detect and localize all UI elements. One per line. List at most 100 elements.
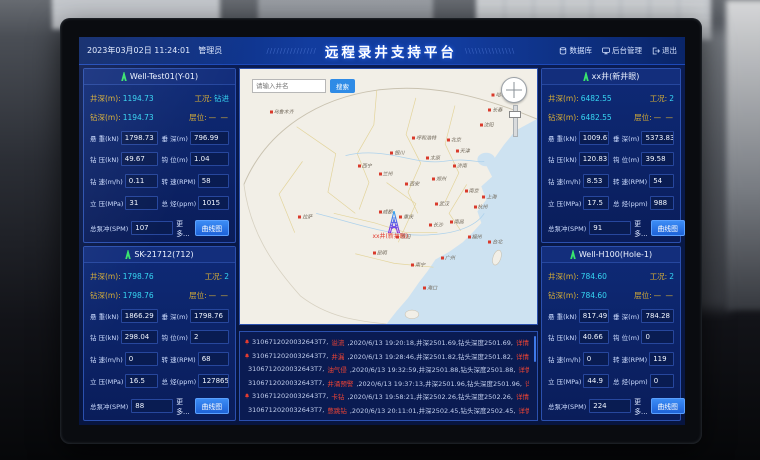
city-label: 长春 [492,106,502,113]
city-dot-icon [441,256,444,259]
exit-button[interactable]: 退出 [652,45,677,56]
field-rop: 钻 速(m/h)8.53 [548,174,609,188]
field-hook-load: 悬 重(kN)1009.67 [548,131,609,145]
well-panel: Well-H100(Hole-1) 井深(m):784.60 工况:2 钻深(m… [541,246,681,421]
hatch-decoration-right: \\\\\\\\\\\\\\\ [465,47,515,55]
city-dot-icon [426,157,429,160]
derrick-icon [121,72,127,81]
well-panel-header[interactable]: Well-H100(Hole-1) [542,247,680,263]
city-label: 南昌 [454,219,464,226]
curve-chart-button[interactable]: 曲线图 [651,220,685,236]
bit-depth: 钻深(m):1194.73 [90,112,154,123]
city-marker[interactable]: 南宁 [411,262,425,269]
well-panel: SK-21712(712) 井深(m):1798.76 工况:2 钻深(m):1… [83,246,236,421]
map-canvas[interactable]: 搜索 乌鲁木齐 [239,68,538,325]
city-dot-icon [432,177,435,180]
city-marker[interactable]: 乌鲁木齐 [270,109,294,116]
city-marker[interactable]: 济南 [453,162,467,169]
city-label: 海口 [427,285,437,292]
more-link[interactable]: 更多... [176,218,191,238]
pump-stroke-label: 总泵冲(SPM) [548,401,586,411]
city-marker[interactable]: 昆明 [373,249,387,256]
well-panel-header[interactable]: xx井(新井眼) [542,69,680,85]
city-marker[interactable]: 武汉 [435,201,449,208]
field-tvd: 垂 深(m)796.99 [162,131,230,145]
zoom-handle[interactable] [509,111,521,118]
city-marker[interactable]: 海口 [423,285,437,292]
city-marker[interactable]: 西安 [405,180,419,187]
bit-depth: 钻深(m):784.60 [548,290,607,301]
city-marker[interactable]: 台北 [488,239,502,246]
alarm-detail-link[interactable]: 详情 [525,378,529,388]
city-marker[interactable]: 长沙 [429,221,443,228]
alarm-detail-text: ,2020/6/13 19:20:18,井深2501.69,钻头深度2501.6… [347,337,513,347]
map-zoom-slider[interactable] [510,105,520,118]
city-marker[interactable]: 杭州 [474,203,488,210]
admin-button-label: 后台管理 [612,45,642,56]
city-marker[interactable]: 沈阳 [479,122,493,129]
city-label: 武汉 [439,201,449,208]
map-pan-control[interactable] [501,77,527,103]
city-dot-icon [373,251,376,254]
alarm-detail-link[interactable]: 详情 [518,405,529,415]
city-marker[interactable]: 拉萨 [298,213,312,220]
city-marker[interactable]: 南昌 [450,219,464,226]
horizon: 层位:— — [189,290,229,301]
city-marker[interactable]: 上海 [482,193,496,200]
more-link[interactable]: 更多... [634,218,647,238]
city-marker[interactable]: 太原 [426,155,440,162]
alarm-scrollbar[interactable] [534,336,536,362]
city-marker[interactable]: 长春 [488,106,502,113]
city-dot-icon [488,108,491,111]
alarm-bell-icon [245,339,249,345]
curve-chart-button[interactable]: 曲线图 [651,398,685,414]
derrick-icon [125,250,131,259]
bit-depth: 钻深(m):6482.55 [548,112,612,123]
well-name: Well-Test01(Y-01) [130,72,198,81]
city-label: 南京 [469,188,479,195]
city-marker[interactable]: 郑州 [432,175,446,182]
active-well-marker[interactable]: xx井(新井眼) [386,211,402,237]
city-marker[interactable]: 呼和浩特 [412,134,436,141]
city-label: 福州 [472,234,482,241]
alarm-detail-link[interactable]: 详情 [516,337,529,347]
alarm-type: 井漏 [331,351,344,361]
city-marker[interactable]: 天津 [456,147,470,154]
screen: 2023年03月02日 11:24:01 管理员 ///////////////… [79,37,685,425]
city-dot-icon [488,241,491,244]
city-marker[interactable]: 南京 [465,188,479,195]
city-marker[interactable]: 银川 [390,150,404,157]
field-rop: 钻 速(m/h)0 [548,352,609,366]
well-panel-header[interactable]: Well-Test01(Y-01) [84,69,235,85]
curve-chart-button[interactable]: 曲线图 [195,220,229,236]
field-spp: 立 压(MPa)31 [90,196,158,210]
well-panel-header[interactable]: SK-21712(712) [84,247,235,263]
admin-button[interactable]: 后台管理 [602,45,642,56]
city-marker[interactable]: 广州 [441,254,455,261]
more-link[interactable]: 更多... [176,396,191,416]
city-dot-icon [379,172,382,175]
field-total-gas: 总 烃(ppm)1015 [162,196,230,210]
alarm-detail-text: ,2020/6/13 19:37:13,井深2501.96,钻头深度2501.9… [356,378,522,388]
city-marker[interactable]: 兰州 [379,170,393,177]
alarm-detail-text: ,2020/6/13 20:11:01,井深2502.45,钻头深度2502.4… [350,405,516,415]
curve-chart-button[interactable]: 曲线图 [195,398,229,414]
city-marker[interactable]: 西宁 [358,162,372,169]
pump-stroke-value: 224 [589,399,631,413]
alarm-type: 井涌预警 [327,378,353,388]
city-dot-icon [447,139,450,142]
well-search-input[interactable] [252,79,326,93]
well-name: xx井(新井眼) [592,71,640,82]
city-marker[interactable]: 北京 [447,137,461,144]
monitor-bezel: 2023年03月02日 11:24:01 管理员 ///////////////… [60,18,702,444]
well-depth: 井深(m):784.60 [548,271,607,282]
alarm-detail-link[interactable]: 详情 [516,391,529,401]
city-dot-icon [453,164,456,167]
database-button[interactable]: 数据库 [559,45,592,56]
alarm-well-id: 3106712020032643T7, [248,365,324,373]
search-button[interactable]: 搜索 [330,79,355,93]
alarm-detail-link[interactable]: 详情 [516,351,529,361]
alarm-detail-link[interactable]: 详情 [518,364,529,374]
more-link[interactable]: 更多... [634,396,647,416]
city-marker[interactable]: 福州 [468,234,482,241]
